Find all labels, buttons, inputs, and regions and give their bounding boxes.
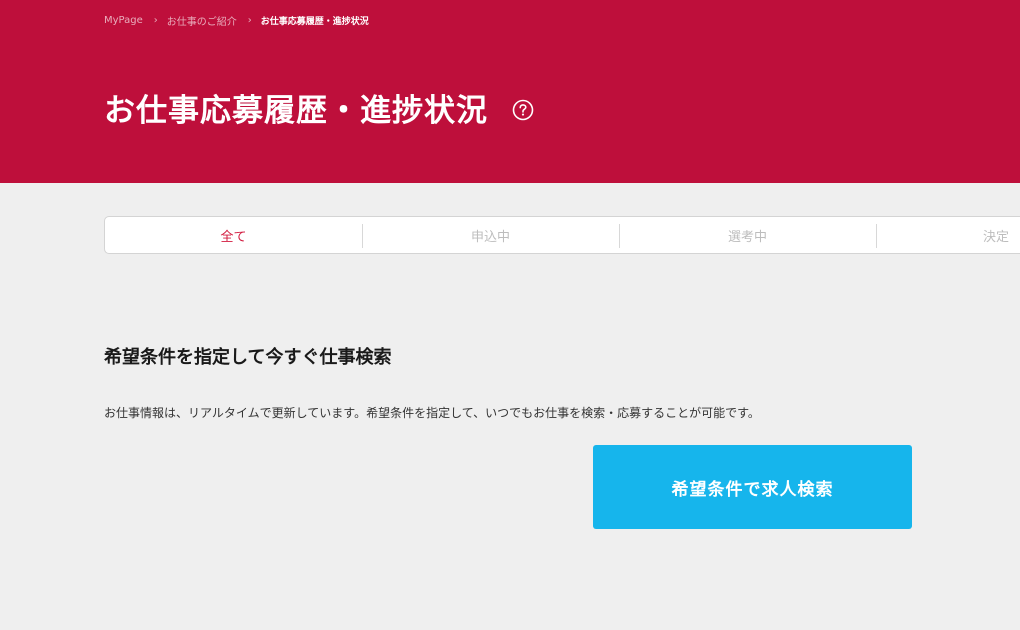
breadcrumb-job-intro-link[interactable]: お仕事のご紹介 [167, 13, 237, 28]
page-title-row: お仕事応募履歴・進捗状況 [104, 84, 534, 130]
tab-all[interactable]: 全て [105, 217, 362, 253]
page-header: MyPage › お仕事のご紹介 › お仕事応募履歴・進捗状況 お仕事応募履歴・… [0, 0, 1020, 183]
breadcrumb-mypage-link[interactable]: MyPage [104, 15, 143, 26]
question-circle-icon[interactable] [512, 99, 534, 121]
tab-applying[interactable]: 申込中 [362, 217, 619, 253]
tab-decided[interactable]: 決定 [876, 217, 1020, 253]
status-tabs: 全て 申込中 選考中 決定 [104, 216, 1020, 254]
search-section-title: 希望条件を指定して今すぐ仕事検索 [104, 347, 392, 368]
breadcrumb-current: お仕事応募履歴・進捗状況 [260, 16, 369, 27]
page-title: お仕事応募履歴・進捗状況 [104, 92, 488, 129]
breadcrumb: MyPage › お仕事のご紹介 › お仕事応募履歴・進捗状況 [104, 12, 369, 28]
breadcrumb-separator-icon: › [247, 14, 252, 26]
tab-screening[interactable]: 選考中 [619, 217, 876, 253]
breadcrumb-separator-icon: › [153, 14, 158, 26]
search-section-description: お仕事情報は、リアルタイムで更新しています。希望条件を指定して、いつでもお仕事を… [104, 406, 760, 420]
question-circle-icon-graphic [512, 99, 534, 121]
job-search-button[interactable]: 希望条件で求人検索 [593, 445, 912, 529]
